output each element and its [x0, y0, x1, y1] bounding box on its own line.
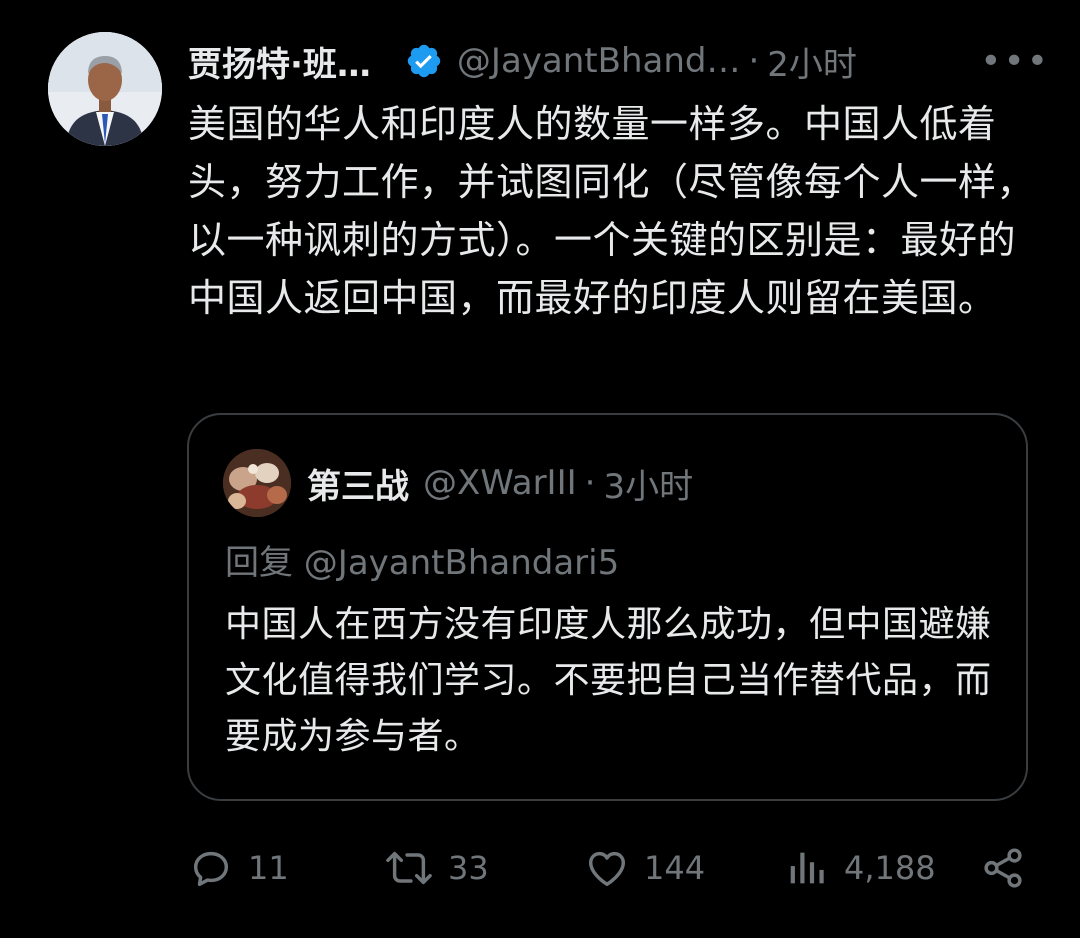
reply-to-label: 回复 @JayantBhandari5 — [225, 543, 620, 583]
quoted-separator-dot: · — [584, 463, 596, 503]
share-button[interactable] — [980, 838, 1040, 898]
like-count: 144 — [644, 849, 706, 887]
like-icon — [588, 851, 626, 887]
retweet-count: 33 — [448, 849, 489, 887]
more-options-icon[interactable]: ••• — [980, 41, 1050, 82]
author-handle[interactable]: @JayantBhand… — [457, 41, 741, 81]
action-bar: 11 33 144 4,188 — [188, 838, 1030, 898]
retweet-button[interactable]: 33 — [384, 838, 489, 898]
author-name[interactable]: 贾扬特·班… — [188, 37, 371, 86]
quoted-author-handle[interactable]: @XWarIII — [423, 463, 577, 503]
reply-button[interactable]: 11 — [188, 838, 289, 898]
views-icon — [790, 852, 824, 884]
tweet-header: 贾扬特·班… @JayantBhand… · 2小时 ••• — [188, 36, 1050, 86]
reply-icon — [193, 851, 229, 887]
reply-count: 11 — [248, 849, 289, 887]
quoted-tweet-header: 第三战 @XWarIII · 3小时 — [307, 457, 693, 509]
quoted-tweet-card[interactable]: 第三战 @XWarIII · 3小时 回复 @JayantBhandari5 中… — [187, 413, 1028, 801]
retweet-icon — [386, 851, 432, 885]
views-button[interactable]: 4,188 — [784, 838, 936, 898]
tweet-time[interactable]: 2小时 — [767, 37, 857, 86]
quoted-tweet-time: 3小时 — [603, 466, 694, 507]
quoted-tweet-text: 中国人在西方没有印度人那么成功，但中国避嫌文化值得我们学习。不要把自己当作替代品… — [225, 604, 992, 757]
separator-dot: · — [748, 41, 760, 81]
views-count: 4,188 — [844, 849, 936, 887]
tweet-text: 美国的华人和印度人的数量一样多。中国人低着头，努力工作，并试图同化（尽管像每个人… — [188, 102, 1036, 320]
quoted-author-avatar[interactable] — [223, 449, 291, 517]
share-icon — [984, 848, 1022, 888]
quoted-author-name[interactable]: 第三战 — [307, 459, 409, 508]
author-avatar[interactable] — [48, 32, 162, 146]
like-button[interactable]: 144 — [584, 838, 705, 898]
verified-badge-icon — [407, 44, 441, 78]
